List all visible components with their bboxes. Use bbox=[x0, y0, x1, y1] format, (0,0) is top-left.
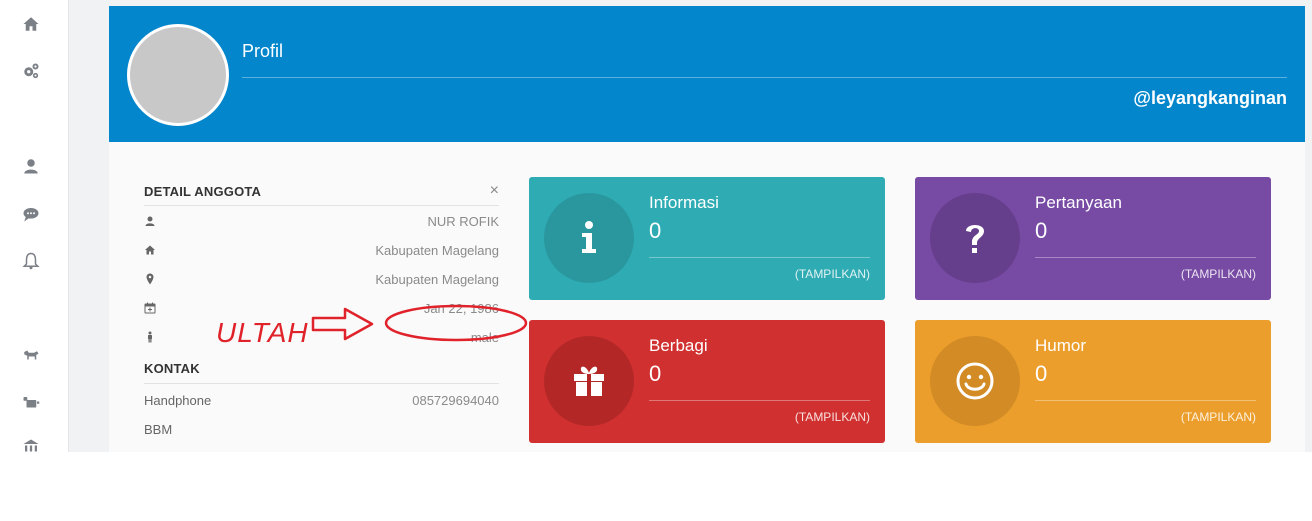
card-pertanyaan-link[interactable]: (TAMPILKAN) bbox=[1181, 267, 1256, 281]
person-icon bbox=[144, 330, 156, 343]
phone-label: Handphone bbox=[144, 393, 212, 408]
detail-row-gender: male bbox=[144, 322, 499, 351]
card-berbagi-circle bbox=[544, 336, 634, 426]
card-informasi-link[interactable]: (TAMPILKAN) bbox=[795, 267, 870, 281]
member-address: Kabupaten Magelang bbox=[375, 243, 499, 258]
phone-value: 085729694040 bbox=[412, 393, 499, 408]
bank-icon[interactable] bbox=[21, 437, 41, 452]
gift-icon bbox=[574, 366, 604, 396]
card-divider bbox=[649, 400, 870, 401]
user-icon bbox=[144, 214, 156, 226]
member-gender: male bbox=[470, 330, 499, 345]
map-marker-icon bbox=[144, 272, 156, 285]
contact-title: KONTAK bbox=[144, 361, 200, 376]
app-window: Profil @leyangkanginan DETAIL ANGGOTA × … bbox=[0, 0, 1312, 452]
banner-divider bbox=[242, 77, 1287, 78]
card-berbagi-title: Berbagi bbox=[649, 336, 708, 355]
detail-row-name: NUR ROFIK bbox=[144, 206, 499, 235]
sidebar bbox=[0, 0, 69, 452]
detail-header: DETAIL ANGGOTA × bbox=[144, 176, 499, 206]
detail-row-location: Kabupaten Magelang bbox=[144, 264, 499, 293]
card-humor-count: 0 bbox=[1035, 361, 1048, 386]
card-humor[interactable]: Humor 0 (TAMPILKAN) bbox=[915, 320, 1271, 443]
bbm-label: BBM bbox=[144, 422, 173, 437]
card-informasi[interactable]: Informasi 0 (TAMPILKAN) bbox=[529, 177, 885, 300]
page-title: Profil bbox=[242, 41, 284, 61]
card-pertanyaan-title: Pertanyaan bbox=[1035, 193, 1122, 212]
contact-row-phone: Handphone 085729694040 bbox=[144, 384, 499, 413]
member-birthday: Jan 22, 1986 bbox=[423, 301, 499, 316]
username: @leyangkanginan bbox=[1133, 88, 1287, 108]
detail-title: DETAIL ANGGOTA bbox=[144, 184, 262, 199]
sd-icon[interactable] bbox=[21, 393, 41, 413]
card-pertanyaan-count: 0 bbox=[1035, 218, 1048, 243]
detail-row-address: Kabupaten Magelang bbox=[144, 235, 499, 264]
avatar[interactable] bbox=[127, 24, 229, 126]
card-pertanyaan[interactable]: Pertanyaan 0 (TAMPILKAN) bbox=[915, 177, 1271, 300]
info-icon bbox=[582, 221, 596, 253]
contact-row-bbm: BBM bbox=[144, 413, 499, 442]
bull-icon[interactable] bbox=[21, 345, 41, 365]
card-divider bbox=[1035, 257, 1256, 258]
card-berbagi[interactable]: Berbagi 0 (TAMPILKAN) bbox=[529, 320, 885, 443]
smile-icon bbox=[956, 362, 994, 400]
card-berbagi-count: 0 bbox=[649, 361, 662, 386]
main-content: Profil @leyangkanginan DETAIL ANGGOTA × … bbox=[109, 6, 1305, 452]
card-berbagi-link[interactable]: (TAMPILKAN) bbox=[795, 410, 870, 424]
calendar-icon bbox=[144, 301, 156, 314]
card-informasi-circle bbox=[544, 193, 634, 283]
card-divider bbox=[1035, 400, 1256, 401]
detail-row-birthday: Jan 22, 1986 bbox=[144, 293, 499, 322]
member-name: NUR ROFIK bbox=[427, 214, 500, 229]
card-humor-link[interactable]: (TAMPILKAN) bbox=[1181, 410, 1256, 424]
member-detail-panel: DETAIL ANGGOTA × NUR ROFIK Kabupaten Mag… bbox=[144, 176, 499, 442]
member-location: Kabupaten Magelang bbox=[375, 272, 499, 287]
card-humor-title: Humor bbox=[1035, 336, 1087, 355]
bell-icon[interactable] bbox=[21, 251, 41, 271]
close-icon[interactable]: × bbox=[490, 182, 499, 200]
contact-header: KONTAK bbox=[144, 353, 499, 384]
question-icon bbox=[966, 225, 984, 253]
home-icon bbox=[144, 243, 156, 255]
profile-banner: Profil @leyangkanginan bbox=[109, 6, 1305, 142]
user-icon[interactable] bbox=[21, 156, 41, 176]
card-informasi-count: 0 bbox=[649, 218, 662, 243]
home-icon[interactable] bbox=[21, 14, 41, 34]
card-informasi-title: Informasi bbox=[649, 193, 719, 212]
chat-icon[interactable] bbox=[21, 204, 41, 224]
card-pertanyaan-circle bbox=[930, 193, 1020, 283]
card-divider bbox=[649, 257, 870, 258]
card-humor-circle bbox=[930, 336, 1020, 426]
gears-icon[interactable] bbox=[21, 61, 41, 81]
